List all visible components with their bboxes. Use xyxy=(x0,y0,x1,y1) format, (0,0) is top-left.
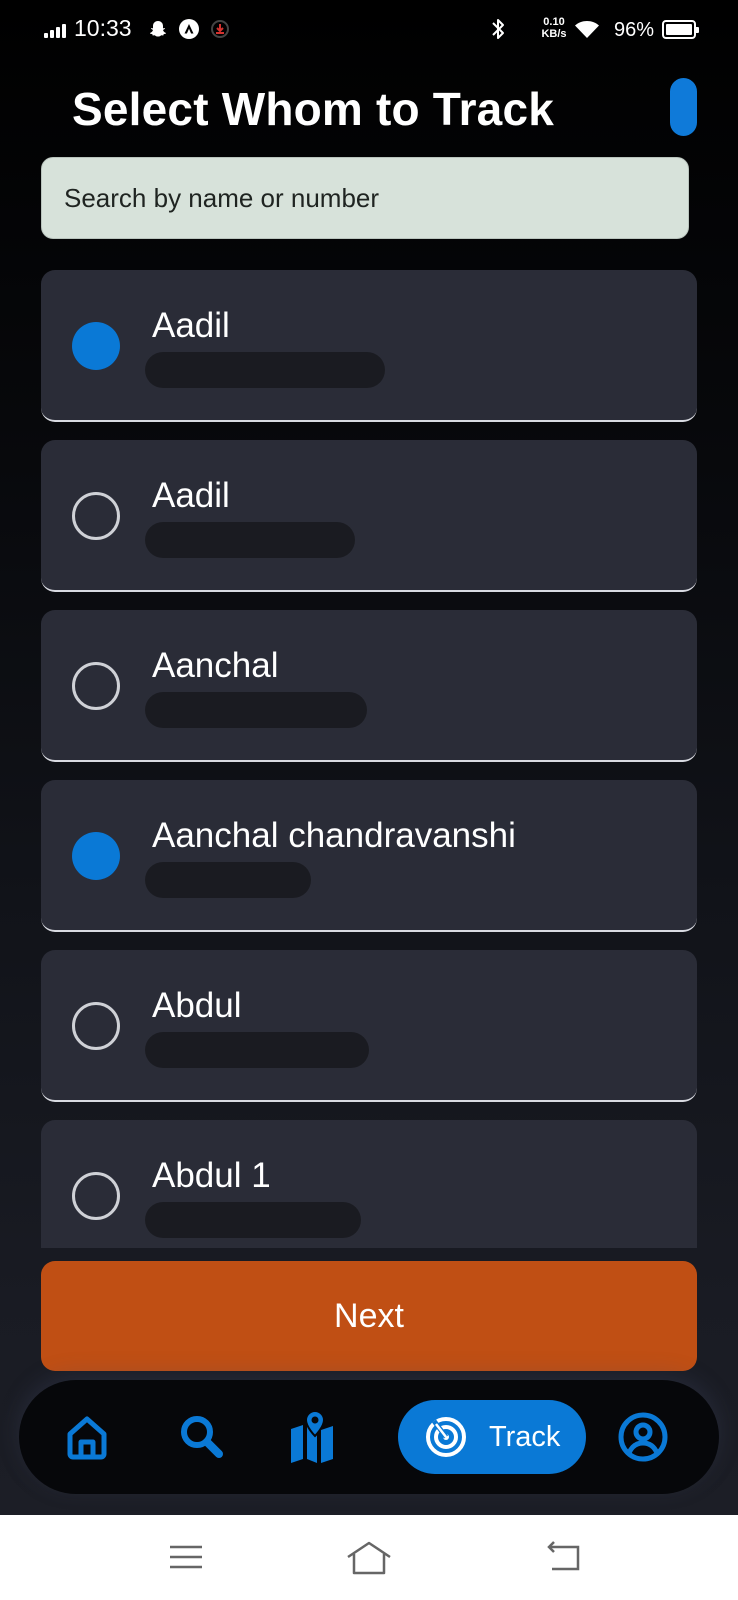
snapchat-icon xyxy=(148,19,168,44)
redacted-number xyxy=(145,352,385,388)
battery-percent: 96% xyxy=(614,19,655,41)
search-icon[interactable] xyxy=(171,1407,231,1467)
contact-item[interactable]: Abdul xyxy=(41,950,697,1102)
bluetooth-icon xyxy=(492,19,504,39)
status-time: 10:33 xyxy=(74,15,132,41)
contact-item[interactable]: Aadil xyxy=(41,440,697,592)
redacted-number xyxy=(145,692,367,728)
signal-icon xyxy=(44,22,68,38)
contact-item[interactable]: Abdul 1 xyxy=(41,1120,697,1248)
redacted-number xyxy=(145,862,311,898)
radio-unselected-icon[interactable] xyxy=(72,492,120,540)
status-bar: 10:33 0.10 KB/s 96% xyxy=(0,0,738,62)
home-icon[interactable] xyxy=(57,1407,117,1467)
page-title: Select Whom to Track xyxy=(72,83,555,135)
track-label: Track xyxy=(489,1421,561,1453)
track-icon xyxy=(426,1417,466,1457)
system-navigation-bar xyxy=(0,1515,738,1600)
contact-item[interactable]: Aanchal xyxy=(41,610,697,762)
wifi-icon xyxy=(575,21,599,38)
radio-unselected-icon[interactable] xyxy=(72,1002,120,1050)
bottom-nav: Track xyxy=(19,1380,719,1494)
scroll-indicator[interactable] xyxy=(670,78,697,136)
home-icon[interactable] xyxy=(346,1537,391,1577)
contact-list[interactable]: Aadil Aadil Aanchal Aanchal chandravansh… xyxy=(41,270,697,1248)
radio-unselected-icon[interactable] xyxy=(72,662,120,710)
track-nav-button[interactable]: Track xyxy=(398,1400,586,1474)
app-a-icon xyxy=(178,18,200,45)
map-icon[interactable] xyxy=(285,1407,345,1467)
back-icon[interactable] xyxy=(544,1537,584,1577)
contact-name: Aadil xyxy=(152,476,230,515)
network-speed: 0.10 KB/s xyxy=(541,16,567,40)
contact-item[interactable]: Aadil xyxy=(41,270,697,422)
profile-icon[interactable] xyxy=(613,1407,673,1467)
battery-icon xyxy=(662,20,699,39)
notification-icon xyxy=(210,19,230,44)
menu-icon[interactable] xyxy=(166,1537,206,1577)
redacted-number xyxy=(145,1032,369,1068)
redacted-number xyxy=(145,1202,361,1238)
radio-selected-icon[interactable] xyxy=(72,832,120,880)
redacted-number xyxy=(145,522,355,558)
contact-name: Aadil xyxy=(152,306,230,345)
radio-unselected-icon[interactable] xyxy=(72,1172,120,1220)
contact-name: Abdul 1 xyxy=(152,1156,271,1195)
contact-name: Abdul xyxy=(152,986,242,1025)
contact-name: Aanchal chandravanshi xyxy=(152,816,516,855)
contact-item[interactable]: Aanchal chandravanshi xyxy=(41,780,697,932)
contact-name: Aanchal xyxy=(152,646,279,685)
search-input[interactable] xyxy=(41,157,689,239)
next-button[interactable]: Next xyxy=(41,1261,697,1371)
radio-selected-icon[interactable] xyxy=(72,322,120,370)
